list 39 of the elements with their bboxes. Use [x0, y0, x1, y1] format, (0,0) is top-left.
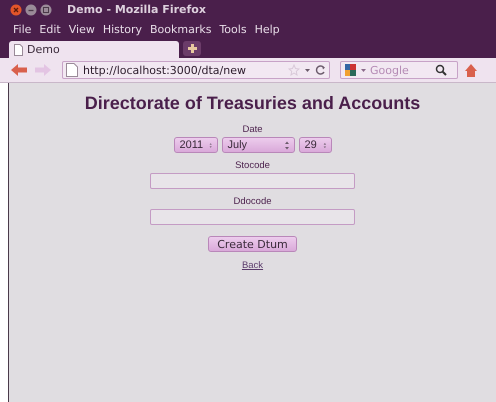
page-icon [13, 44, 24, 56]
search-engine-icon[interactable] [344, 63, 357, 77]
home-icon[interactable] [464, 63, 478, 77]
search-bar[interactable]: Google [340, 61, 458, 79]
minimize-icon[interactable] [25, 4, 37, 16]
menu-item[interactable]: Help [250, 22, 284, 36]
menu-item[interactable]: View [64, 22, 99, 36]
field-label: Ddocode [233, 196, 272, 207]
dropdown-caret-icon[interactable] [360, 66, 367, 74]
browser-tab[interactable]: Demo [9, 41, 179, 58]
page-heading: Directorate of Treasuries and Accounts [84, 93, 420, 114]
reload-icon[interactable] [315, 64, 327, 76]
search-field[interactable]: Google [370, 64, 432, 76]
page-icon [65, 63, 79, 77]
field-label: Date [242, 124, 263, 135]
submit-button[interactable]: Create Dtum [208, 236, 297, 252]
back-arrow-icon[interactable] [10, 63, 28, 77]
plus-icon [186, 43, 198, 54]
menu-item[interactable]: Edit [35, 22, 65, 36]
menu-item[interactable]: Tools [215, 22, 251, 36]
year-select[interactable]: 2011 [174, 137, 218, 153]
search-icon[interactable] [435, 64, 447, 76]
star-icon[interactable] [288, 64, 300, 76]
menu-item[interactable]: Bookmarks [146, 22, 216, 36]
input-field[interactable] [150, 173, 355, 189]
field-label: Stocode [235, 160, 270, 171]
dropdown-caret-icon[interactable] [304, 66, 311, 74]
month-select[interactable]: July [222, 137, 294, 153]
spinner-icon [284, 140, 290, 150]
back-link[interactable]: Back [242, 260, 264, 271]
input-field[interactable] [150, 209, 355, 225]
close-icon[interactable] [10, 4, 22, 16]
menu-item[interactable]: History [98, 22, 146, 36]
window-title: Demo - Mozilla Firefox [67, 3, 206, 16]
new-tab-button[interactable] [183, 41, 201, 56]
maximize-icon[interactable] [40, 4, 52, 16]
menu-item[interactable]: File [9, 22, 36, 36]
day-select[interactable]: 29 [298, 137, 332, 153]
address-field[interactable]: http://localhost:3000/dta/new [62, 61, 330, 79]
